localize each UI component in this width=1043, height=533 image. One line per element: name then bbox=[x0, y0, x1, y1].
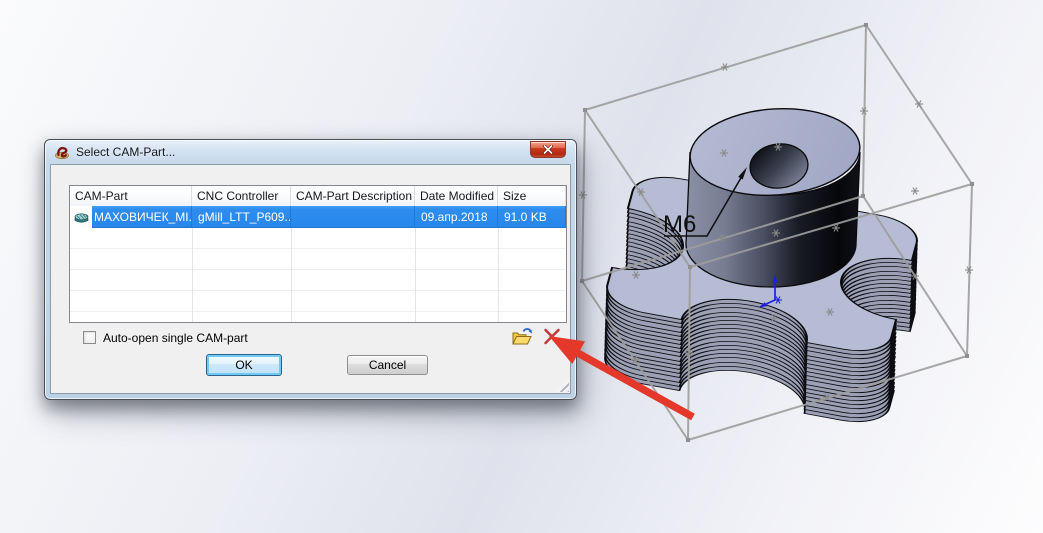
close-button[interactable] bbox=[530, 141, 566, 158]
auto-open-checkbox[interactable] bbox=[83, 331, 96, 344]
cell-cnc-controller[interactable]: gMill_LTT_P609... bbox=[192, 206, 291, 228]
column-header-size[interactable]: Size bbox=[498, 186, 566, 206]
ok-button-label: OK bbox=[235, 358, 253, 372]
column-header-description[interactable]: CAM-Part Description bbox=[291, 186, 415, 206]
column-header-cam-part[interactable]: CAM-Part bbox=[70, 186, 192, 206]
close-icon bbox=[543, 145, 553, 154]
table-gridline bbox=[192, 228, 193, 322]
dialog-titlebar[interactable]: Select CAM-Part... bbox=[45, 140, 576, 164]
table-gridline bbox=[291, 228, 292, 322]
ok-button[interactable]: OK bbox=[206, 354, 282, 376]
resize-grip[interactable] bbox=[556, 379, 569, 392]
empty-list-area bbox=[70, 228, 566, 322]
auto-open-checkbox-label: Auto-open single CAM-part bbox=[103, 331, 248, 345]
annotation-m6-label: M6 bbox=[663, 211, 696, 238]
dialog-client-area: CAM-Part CNC Controller CAM-Part Descrip… bbox=[50, 164, 571, 394]
cam-part-icon bbox=[74, 213, 88, 223]
select-cam-part-dialog: Select CAM-Part... CAM-Part CNC Controll… bbox=[44, 139, 577, 400]
table-gridline bbox=[415, 228, 416, 322]
row-icon-cell bbox=[70, 206, 92, 228]
column-header-cnc-controller[interactable]: CNC Controller bbox=[192, 186, 291, 206]
cancel-button-label: Cancel bbox=[368, 358, 407, 372]
cell-description[interactable] bbox=[291, 206, 415, 228]
delete-cam-part-button[interactable] bbox=[540, 325, 564, 347]
solidworks-viewport-screen: M6 Select CAM-Part... CAM-Part CNC Contr… bbox=[0, 0, 1043, 533]
table-row-selected[interactable]: МАХОВИЧЕК_MI... gMill_LTT_P609... 09.апр… bbox=[70, 206, 566, 228]
cam-part-list[interactable]: CAM-Part CNC Controller CAM-Part Descrip… bbox=[69, 185, 567, 323]
cell-cam-part[interactable]: МАХОВИЧЕК_MI... bbox=[92, 206, 192, 228]
cell-size[interactable]: 91.0 KB bbox=[498, 206, 566, 228]
table-gridline bbox=[498, 228, 499, 322]
cell-date-modified[interactable]: 09.апр.2018 bbox=[415, 206, 498, 228]
solidcam-logo-icon bbox=[55, 146, 69, 159]
column-header-date-modified[interactable]: Date Modified bbox=[415, 186, 498, 206]
cancel-button[interactable]: Cancel bbox=[347, 355, 428, 375]
open-folder-icon bbox=[511, 327, 532, 344]
dialog-title: Select CAM-Part... bbox=[76, 145, 176, 159]
list-header-row: CAM-Part CNC Controller CAM-Part Descrip… bbox=[70, 186, 566, 206]
browse-folder-button[interactable] bbox=[510, 325, 536, 347]
delete-x-icon bbox=[544, 328, 560, 345]
